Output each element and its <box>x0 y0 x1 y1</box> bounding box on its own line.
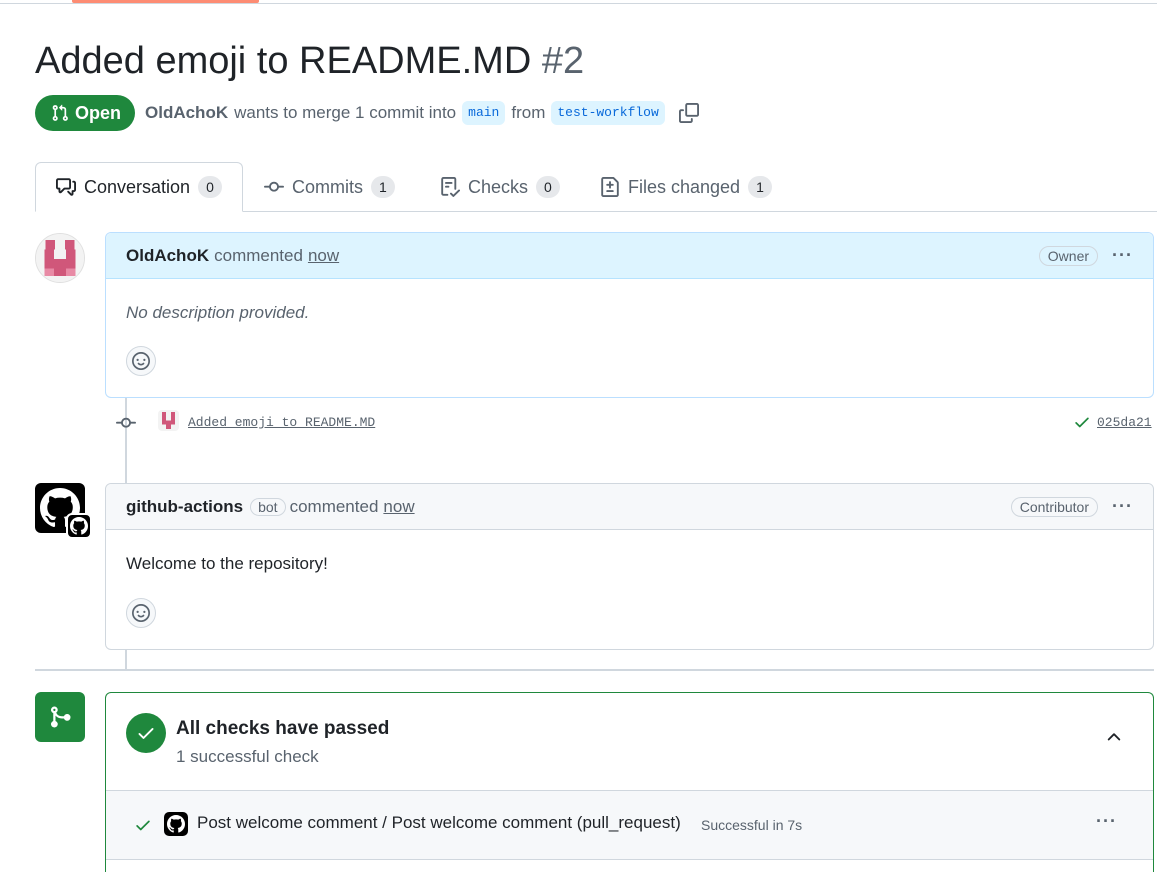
role-badge: Owner <box>1038 245 1099 266</box>
copy-icon[interactable] <box>678 103 699 123</box>
pr-title: Added emoji to README.MD <box>35 40 532 82</box>
tab-counter: 0 <box>536 176 560 198</box>
commit-sha-link[interactable]: 025da21 <box>1097 415 1152 430</box>
check-run-status: Successful in 7s <box>701 817 803 833</box>
tab-commits[interactable]: Commits 1 <box>244 162 415 212</box>
github-app-badge-icon <box>66 513 92 539</box>
comment-author[interactable]: OldAchoK <box>126 246 209 266</box>
pr-number: #2 <box>541 40 585 82</box>
comment-author[interactable]: github-actions <box>126 497 243 517</box>
pr-state-label: Open <box>75 102 122 123</box>
comment-header: github-actions bot commented now Contrib… <box>106 484 1153 530</box>
timeline-separator <box>35 669 1154 671</box>
check-icon[interactable] <box>1073 413 1091 436</box>
tab-files-changed[interactable]: Files changed 1 <box>580 162 792 212</box>
comment-body: No description provided. <box>126 303 310 322</box>
kebab-horizontal-icon[interactable]: ··· <box>1112 496 1133 517</box>
comment-action: commented <box>289 496 379 516</box>
pr-author-link[interactable]: OldAchoK <box>145 100 228 126</box>
git-commit-icon <box>264 177 284 197</box>
checklist-icon <box>440 177 460 197</box>
git-commit-icon <box>116 413 136 438</box>
pr-state-badge: Open <box>35 95 136 131</box>
base-branch[interactable]: main <box>462 101 506 125</box>
from-text: from <box>511 103 546 122</box>
avatar[interactable] <box>35 233 85 283</box>
file-diff-icon <box>600 177 620 197</box>
commit-message-link[interactable]: Added emoji to README.MD <box>188 415 375 430</box>
chevron-up-icon[interactable] <box>1104 727 1124 752</box>
tab-conversation[interactable]: Conversation 0 <box>35 162 243 212</box>
github-mark-icon <box>164 812 188 836</box>
identicon-icon <box>36 234 84 282</box>
comment-action: commented <box>214 245 303 265</box>
kebab-horizontal-icon[interactable]: ··· <box>1096 811 1117 832</box>
merge-text: wants to merge 1 commit into <box>234 103 457 122</box>
smiley-icon <box>132 352 150 370</box>
check-run-row[interactable]: Post welcome comment / Post welcome comm… <box>106 790 1153 860</box>
bot-badge: bot <box>250 497 286 516</box>
check-icon <box>134 816 152 839</box>
tab-counter: 1 <box>371 176 395 198</box>
check-icon <box>136 723 156 743</box>
active-repo-tab-indicator <box>72 0 259 3</box>
comment-card: OldAchoK commented now Owner ··· No desc… <box>105 232 1154 398</box>
tab-label: Commits <box>292 176 363 197</box>
pr-meta: OldAchoK wants to merge 1 commit into ma… <box>145 100 699 126</box>
commit-author-avatar[interactable] <box>158 410 179 431</box>
page-title: Added emoji to README.MD #2 <box>35 38 584 84</box>
checks-passed-badge <box>126 713 166 753</box>
checks-subtitle: 1 successful check <box>176 747 319 766</box>
git-branch-icon <box>48 705 72 729</box>
tab-checks[interactable]: Checks 0 <box>420 162 580 212</box>
tab-label: Conversation <box>84 176 191 197</box>
comment-time[interactable]: now <box>383 497 414 517</box>
tab-counter: 0 <box>198 176 222 198</box>
role-badge: Contributor <box>1010 496 1099 517</box>
git-pull-request-icon <box>51 104 69 122</box>
comment-header: OldAchoK commented now Owner ··· <box>106 233 1153 279</box>
comment-card: github-actions bot commented now Contrib… <box>105 483 1154 650</box>
merge-box: All checks have passed 1 successful chec… <box>105 692 1154 872</box>
tab-label: Checks <box>468 176 529 197</box>
check-run-name[interactable]: Post welcome comment / Post welcome comm… <box>197 813 681 833</box>
merge-status-badge <box>35 692 85 742</box>
smiley-icon <box>132 604 150 622</box>
kebab-horizontal-icon[interactable]: ··· <box>1112 245 1133 266</box>
top-divider <box>0 3 1157 4</box>
comment-discussion-icon <box>56 177 76 197</box>
tab-label: Files changed <box>628 176 741 197</box>
tab-counter: 1 <box>748 176 772 198</box>
comment-body: Welcome to the repository! <box>126 554 328 573</box>
add-reaction-button[interactable] <box>126 346 156 376</box>
head-branch[interactable]: test-workflow <box>551 101 665 125</box>
identicon-icon <box>161 412 176 429</box>
comment-time[interactable]: now <box>308 246 339 266</box>
add-reaction-button[interactable] <box>126 598 156 628</box>
checks-title: All checks have passed <box>176 718 390 739</box>
